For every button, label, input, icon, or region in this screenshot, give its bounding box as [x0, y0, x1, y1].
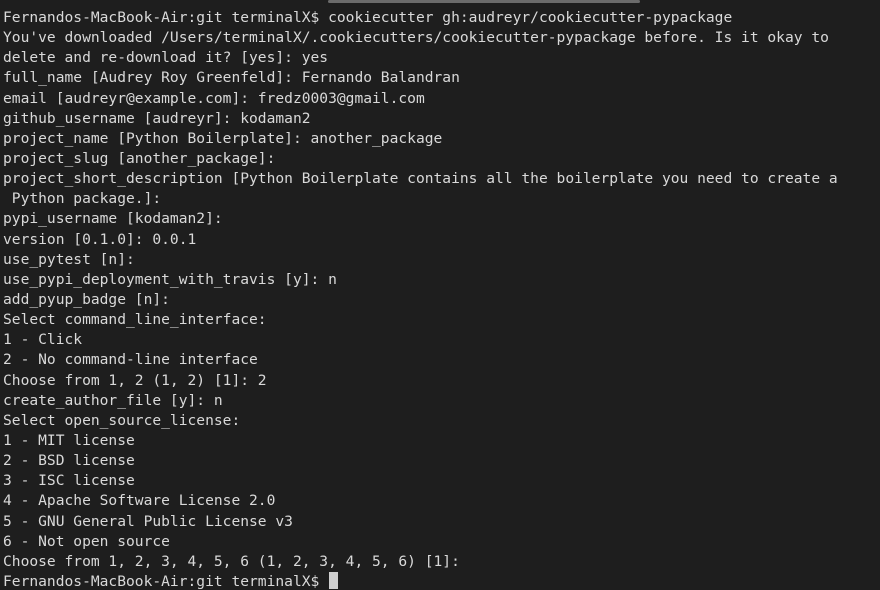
terminal-line: add_pyup_badge [n]:	[3, 290, 170, 308]
terminal-line: Fernandos-MacBook-Air:git terminalX$ coo…	[3, 9, 733, 26]
terminal-line: 6 - Not open source	[3, 532, 170, 550]
terminal-line: 3 - ISC license	[3, 472, 135, 490]
terminal-line: github_username [audreyr]: kodaman2	[3, 109, 311, 127]
terminal-line: 2 - BSD license	[3, 452, 135, 470]
terminal-line: email [audreyr@example.com]: fredz0003@g…	[3, 89, 425, 107]
terminal-line: use_pypi_deployment_with_travis [y]: n	[3, 270, 337, 288]
prompt-line[interactable]: Fernandos-MacBook-Air:git terminalX$	[3, 571, 838, 590]
terminal-line: 5 - GNU General Public License v3	[3, 512, 293, 530]
terminal-output: Fernandos-MacBook-Air:git terminalX$ coo…	[3, 8, 838, 590]
terminal-line: Python package.]:	[3, 190, 162, 208]
terminal-line: version [0.1.0]: 0.0.1	[3, 230, 197, 248]
prompt-text: Fernandos-MacBook-Air:git terminalX$	[3, 572, 329, 590]
terminal-line: 1 - MIT license	[3, 431, 135, 449]
terminal-line: 4 - Apache Software License 2.0	[3, 492, 276, 510]
terminal-line: 2 - No command-line interface	[3, 351, 258, 369]
terminal-window[interactable]: Fernandos-MacBook-Air:git terminalX$ coo…	[0, 0, 880, 590]
text-cursor	[329, 571, 339, 589]
scroll-indicator[interactable]	[328, 0, 640, 3]
terminal-line: create_author_file [y]: n	[3, 391, 223, 409]
terminal-line: project_slug [another_package]:	[3, 149, 276, 167]
terminal-line: Choose from 1, 2 (1, 2) [1]: 2	[3, 371, 267, 389]
terminal-line: project_name [Python Boilerplate]: anoth…	[3, 129, 443, 147]
terminal-line: use_pytest [n]:	[3, 250, 135, 268]
terminal-line: full_name [Audrey Roy Greenfeld]: Fernan…	[3, 69, 460, 87]
terminal-line: pypi_username [kodaman2]:	[3, 210, 223, 228]
terminal-line: delete and re-download it? [yes]: yes	[3, 49, 329, 67]
terminal-line: 1 - Click	[3, 331, 83, 349]
terminal-line: You've downloaded /Users/terminalX/.cook…	[3, 29, 829, 47]
terminal-line: Select open_source_license:	[3, 411, 241, 429]
terminal-line: Select command_line_interface:	[3, 311, 267, 329]
terminal-line: project_short_description [Python Boiler…	[3, 170, 838, 188]
terminal-line: Choose from 1, 2, 3, 4, 5, 6 (1, 2, 3, 4…	[3, 552, 460, 570]
